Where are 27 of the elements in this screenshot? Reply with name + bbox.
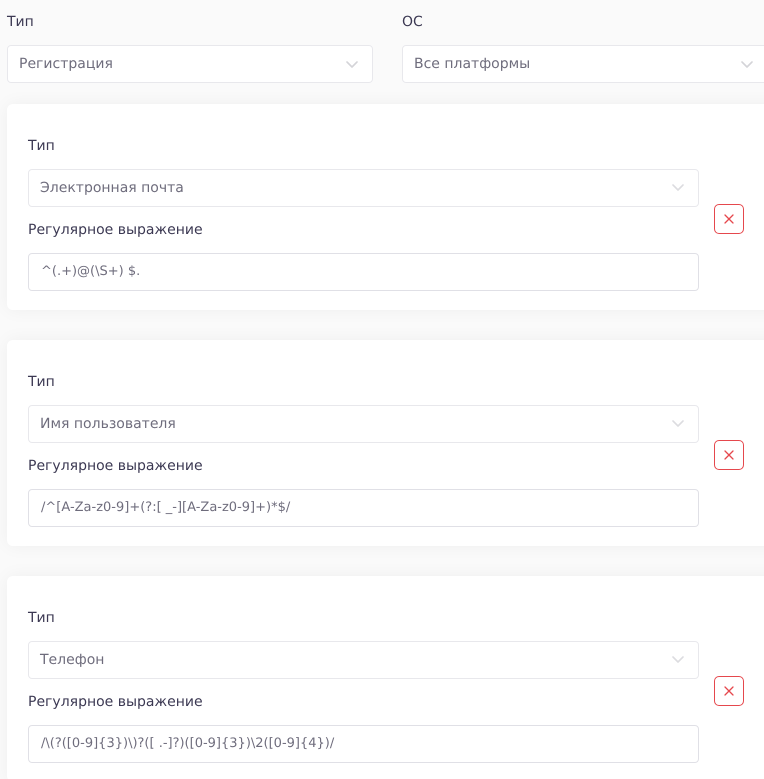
field-label: Тип bbox=[28, 136, 55, 154]
chevron-down-icon bbox=[672, 184, 684, 191]
field-label: ОС bbox=[402, 13, 423, 31]
type-select[interactable]: Имя пользователя bbox=[28, 404, 699, 442]
close-icon bbox=[724, 214, 734, 224]
dropdown-select[interactable]: Все платформы bbox=[402, 45, 764, 83]
type-select[interactable]: Электронная почта bbox=[28, 168, 699, 206]
delete-button[interactable] bbox=[714, 676, 744, 706]
field-label: Регулярное выражение bbox=[28, 692, 203, 710]
field-label: Регулярное выражение bbox=[28, 220, 203, 238]
dropdown-select[interactable]: Регистрация bbox=[7, 45, 373, 83]
close-icon bbox=[724, 450, 734, 460]
field-label: Тип bbox=[28, 372, 55, 390]
chevron-down-icon bbox=[672, 420, 684, 427]
field-label: Регулярное выражение bbox=[28, 456, 203, 474]
type-select[interactable]: Телефон bbox=[28, 640, 699, 678]
regex-input-field[interactable]: /\(?([0-9]{3})\)?([ .-]?)([0-9]{3})\2([0-9]{4})/ bbox=[28, 724, 699, 762]
delete-button[interactable] bbox=[714, 204, 744, 234]
chevron-down-icon bbox=[741, 60, 753, 68]
chevron-down-icon bbox=[672, 656, 684, 663]
close-icon bbox=[724, 686, 734, 696]
chevron-down-icon bbox=[346, 60, 358, 68]
field-label: Тип bbox=[28, 608, 55, 626]
field-label: Тип bbox=[7, 13, 34, 31]
regex-input-field[interactable]: ^(.+)@(\S+) $. bbox=[28, 252, 699, 290]
delete-button[interactable] bbox=[714, 440, 744, 470]
regex-input-field[interactable]: /^[A-Za-z0-9]+(?:[ _-][A-Za-z0-9]+)*$/ bbox=[28, 488, 699, 526]
